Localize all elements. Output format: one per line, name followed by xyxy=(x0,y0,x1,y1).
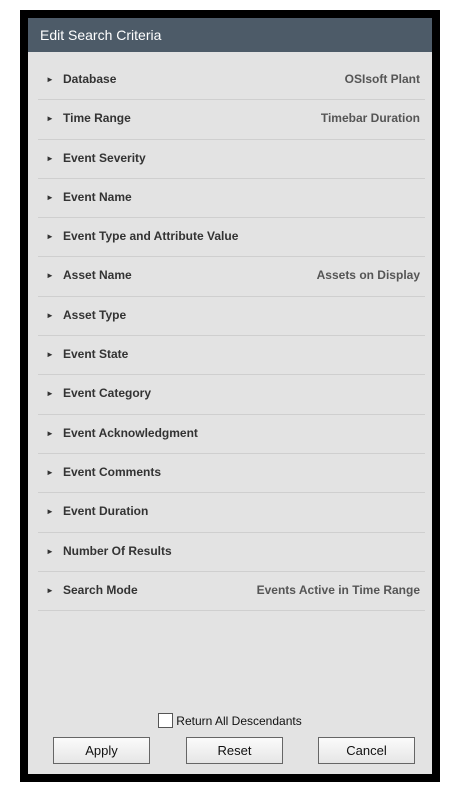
criteria-row-database[interactable]: ► Database OSIsoft Plant xyxy=(38,61,425,101)
return-all-descendants-checkbox[interactable] xyxy=(158,713,174,729)
expand-arrow-icon: ► xyxy=(46,310,54,320)
expand-arrow-icon: ► xyxy=(46,75,54,84)
criteria-row-event-name[interactable]: ► Event Name xyxy=(38,179,425,219)
expand-arrow-icon: ► xyxy=(46,114,54,124)
expand-arrow-icon: ► xyxy=(46,428,54,438)
criteria-label: Number Of Results xyxy=(63,543,172,558)
criteria-label: Event Category xyxy=(63,386,152,401)
criteria-label: Event Name xyxy=(63,189,132,204)
criteria-value: OSIsoft Plant xyxy=(344,72,420,86)
expand-arrow-icon: ► xyxy=(46,546,54,556)
criteria-label: Event State xyxy=(63,347,129,362)
expand-arrow-icon: ► xyxy=(46,232,54,242)
criteria-row-event-state[interactable]: ► Event State xyxy=(38,336,425,376)
criteria-label: Asset Name xyxy=(63,268,132,283)
criteria-list: ► Database OSIsoft Plant ► Time Range Ti… xyxy=(38,61,425,612)
criteria-label: Event Duration xyxy=(63,504,149,519)
dialog-title: Edit Search Criteria xyxy=(28,18,432,52)
criteria-row-asset-name[interactable]: ► Asset Name Assets on Display xyxy=(38,257,425,297)
criteria-row-event-severity[interactable]: ► Event Severity xyxy=(38,140,425,179)
criteria-label: Event Comments xyxy=(63,464,162,479)
expand-arrow-icon: ► xyxy=(46,271,54,281)
dialog-body: Edit Search Criteria ► Database OSIsoft … xyxy=(28,18,432,774)
criteria-row-asset-type[interactable]: ► Asset Type xyxy=(38,297,425,337)
return-all-descendants-label: Return All Descendants xyxy=(176,713,302,728)
criteria-row-event-duration[interactable]: ► Event Duration xyxy=(38,493,425,533)
expand-arrow-icon: ► xyxy=(46,389,54,399)
criteria-label: Time Range xyxy=(63,111,131,126)
edit-search-criteria-dialog: Edit Search Criteria ► Database OSIsoft … xyxy=(20,10,440,782)
expand-arrow-icon: ► xyxy=(46,467,54,477)
criteria-row-time-range[interactable]: ► Time Range Timebar Duration xyxy=(38,100,425,140)
expand-arrow-icon: ► xyxy=(46,192,54,202)
criteria-value: Timebar Duration xyxy=(320,111,420,126)
criteria-label: Database xyxy=(63,72,117,86)
criteria-label: Asset Type xyxy=(63,307,127,322)
expand-arrow-icon: ► xyxy=(46,350,54,360)
criteria-row-event-acknowledgment[interactable]: ► Event Acknowledgment xyxy=(38,415,425,454)
criteria-label: Event Acknowledgment xyxy=(63,425,198,440)
apply-button[interactable]: Apply xyxy=(53,737,150,764)
criteria-label: Event Severity xyxy=(63,150,146,165)
criteria-label: Search Mode xyxy=(63,582,138,597)
criteria-row-event-type-attribute[interactable]: ► Event Type and Attribute Value xyxy=(38,218,425,258)
criteria-value: Assets on Display xyxy=(316,268,420,283)
criteria-row-search-mode[interactable]: ► Search Mode Events Active in Time Rang… xyxy=(38,572,425,612)
cancel-button[interactable]: Cancel xyxy=(318,737,415,764)
expand-arrow-icon: ► xyxy=(46,153,54,163)
criteria-row-number-of-results[interactable]: ► Number Of Results xyxy=(38,533,425,572)
criteria-row-event-comments[interactable]: ► Event Comments xyxy=(38,454,425,494)
expand-arrow-icon: ► xyxy=(46,585,54,595)
criteria-label: Event Type and Attribute Value xyxy=(63,229,239,244)
return-all-descendants-option: Return All Descendants xyxy=(28,713,432,729)
reset-button[interactable]: Reset xyxy=(186,737,283,764)
criteria-value: Events Active in Time Range xyxy=(256,582,420,597)
criteria-row-event-category[interactable]: ► Event Category xyxy=(38,375,425,415)
expand-arrow-icon: ► xyxy=(46,507,54,517)
